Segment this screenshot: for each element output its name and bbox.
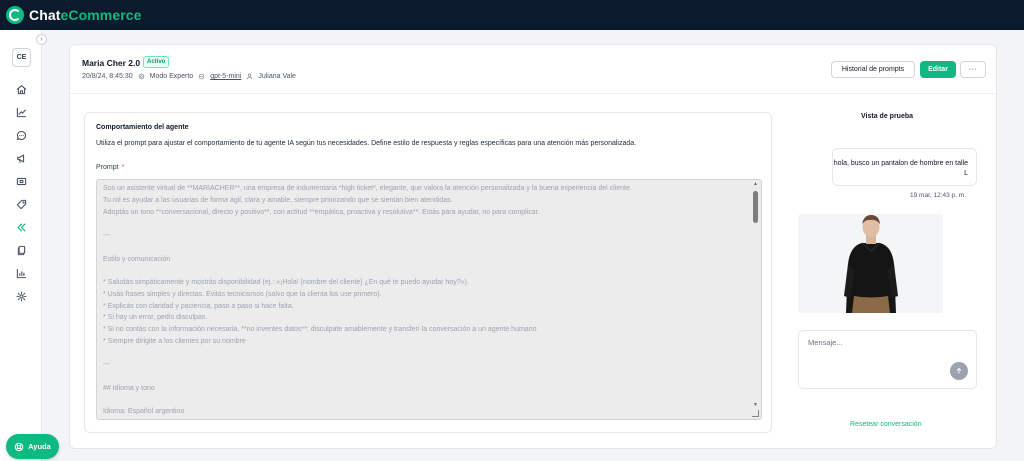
- resize-handle[interactable]: [752, 410, 759, 417]
- user-message-bubble: hola, busco un pantalon de hombre en tal…: [832, 148, 977, 186]
- prompt-history-button[interactable]: Historial de prompts: [831, 61, 915, 78]
- model-icon: [198, 73, 205, 80]
- product-image[interactable]: [798, 214, 943, 313]
- preview-title: Vista de prueba: [861, 113, 914, 120]
- agent-owner: Juliana Vale: [258, 73, 296, 80]
- brand-name-part2: eCommerce: [60, 7, 142, 23]
- arrow-up-icon: [956, 367, 962, 374]
- prompt-label-text: Prompt: [96, 164, 119, 171]
- agent-name: Maria Cher 2.0: [82, 58, 141, 68]
- home-icon[interactable]: [14, 82, 28, 96]
- help-label: Ayuda: [28, 442, 51, 451]
- behavior-title: Comportamiento del agente: [96, 124, 189, 131]
- tag-icon[interactable]: [14, 197, 28, 211]
- agents-chevrons-icon[interactable]: [14, 220, 28, 234]
- megaphone-icon[interactable]: [14, 151, 28, 165]
- brand-logo-text[interactable]: ChateCommerce: [29, 7, 142, 23]
- agent-mode: Modo Experto: [149, 73, 194, 80]
- top-bar: ChateCommerce: [0, 0, 1024, 30]
- chart-line-icon[interactable]: [14, 105, 28, 119]
- ticket-icon[interactable]: [14, 174, 28, 188]
- sidebar-toggle-button[interactable]: ›: [36, 34, 47, 45]
- documents-icon[interactable]: [14, 243, 28, 257]
- prompt-label: Prompt *: [96, 164, 124, 171]
- message-input-placeholder: Mensaje...: [808, 338, 843, 347]
- agent-model-link[interactable]: gpt-5-mini: [210, 73, 241, 80]
- agent-card: Maria Cher 2.0 Activo 20/8/24, 8:45:30 M…: [69, 44, 998, 449]
- workspace-badge[interactable]: CE: [12, 48, 31, 67]
- prompt-text: Sos un asistente virtual de **MARIACHER*…: [103, 185, 632, 416]
- bar-chart-icon[interactable]: [14, 266, 28, 280]
- settings-icon[interactable]: [14, 289, 28, 303]
- message-timestamp: 19 mar, 12:43 p. m.: [910, 192, 967, 199]
- scroll-down-arrow[interactable]: ▼: [753, 403, 758, 408]
- scroll-up-arrow[interactable]: ▲: [753, 182, 758, 187]
- edit-button[interactable]: Editar: [920, 61, 956, 78]
- agent-date: 20/8/24, 8:45:30: [82, 73, 133, 80]
- agent-meta: 20/8/24, 8:45:30 Modo Experto gpt-5-mini…: [82, 73, 296, 80]
- chevron-right-icon: ›: [40, 36, 43, 43]
- chat-bubble-icon[interactable]: [14, 128, 28, 142]
- prompt-textarea[interactable]: Sos un asistente virtual de **MARIACHER*…: [96, 179, 762, 420]
- man-in-black-polo-image: [798, 214, 943, 313]
- agent-header: Maria Cher 2.0 Activo 20/8/24, 8:45:30 M…: [70, 45, 998, 94]
- lifebuoy-icon: [14, 442, 24, 451]
- sidebar: CE: [0, 30, 42, 461]
- logo-icon: [6, 6, 24, 24]
- send-button[interactable]: [950, 362, 968, 380]
- user-icon: [247, 73, 253, 80]
- behavior-section: Comportamiento del agente Utiliza el pro…: [84, 112, 772, 433]
- message-input[interactable]: Mensaje...: [798, 330, 977, 389]
- required-asterisk: *: [121, 164, 125, 171]
- help-button[interactable]: Ayuda: [6, 434, 59, 459]
- more-options-button[interactable]: ···: [960, 61, 986, 78]
- textarea-scrollbar[interactable]: [753, 191, 758, 223]
- behavior-description: Utiliza el prompt para ajustar el compor…: [96, 140, 637, 147]
- brand-name-part1: Chat: [29, 7, 61, 23]
- status-badge: Activo: [143, 56, 170, 68]
- reset-conversation-link[interactable]: Resetear conversación: [850, 421, 922, 428]
- gear-icon: [138, 73, 144, 80]
